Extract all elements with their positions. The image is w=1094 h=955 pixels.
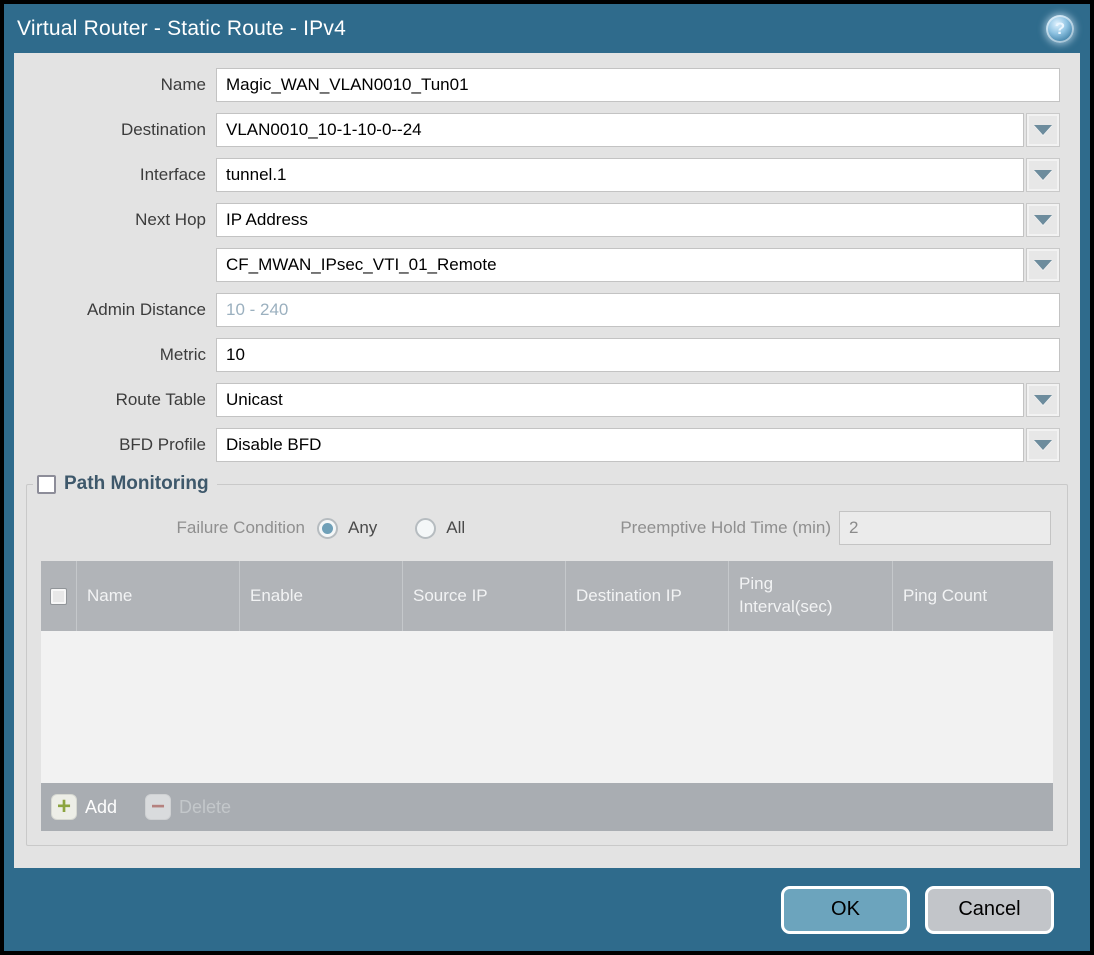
- route-table-dropdown-button[interactable]: [1026, 383, 1060, 417]
- destination-row: Destination: [14, 113, 1060, 147]
- add-button[interactable]: + Add: [51, 794, 117, 820]
- column-header-source-ip: Source IP: [403, 561, 566, 631]
- chevron-down-icon: [1034, 170, 1052, 180]
- interface-label: Interface: [139, 165, 206, 184]
- chevron-down-icon: [1034, 215, 1052, 225]
- failure-condition-any-label: Any: [348, 518, 378, 537]
- dialog-frame: Virtual Router - Static Route - IPv4 ? N…: [4, 4, 1090, 951]
- dialog-footer: OK Cancel: [4, 868, 1090, 951]
- path-monitoring-table: Name Enable Source IP Destination IP Pin…: [41, 561, 1053, 831]
- chevron-down-icon: [1034, 125, 1052, 135]
- admin-distance-label: Admin Distance: [86, 300, 206, 319]
- help-icon[interactable]: ?: [1046, 14, 1074, 43]
- next-hop-label: Next Hop: [135, 210, 206, 229]
- dialog-window: Virtual Router - Static Route - IPv4 ? N…: [0, 0, 1094, 955]
- name-label: Name: [160, 75, 206, 94]
- next-hop-row: Next Hop: [14, 203, 1060, 237]
- chevron-down-icon: [1034, 395, 1052, 405]
- cancel-button[interactable]: Cancel: [925, 885, 1054, 934]
- failure-condition-any-radio[interactable]: Any: [317, 517, 378, 539]
- next-hop-type-input[interactable]: [216, 203, 1024, 237]
- path-monitoring-title: Path Monitoring: [64, 473, 209, 494]
- failure-condition-row: Failure Condition Any All Preemptive Hol…: [27, 511, 1051, 545]
- preemptive-hold-time-input: [839, 511, 1051, 545]
- next-hop-address-dropdown-button[interactable]: [1026, 248, 1060, 282]
- form-panel: Name Destination Interface: [14, 53, 1080, 868]
- dialog-title: Virtual Router - Static Route - IPv4: [17, 16, 346, 40]
- name-row: Name: [14, 68, 1060, 102]
- column-header-destination-ip: Destination IP: [566, 561, 729, 631]
- preemptive-hold-time-label: Preemptive Hold Time (min): [620, 518, 831, 537]
- next-hop-address-input[interactable]: [216, 248, 1024, 282]
- next-hop-address-row: [14, 248, 1060, 282]
- failure-condition-all-radio[interactable]: All: [415, 517, 466, 539]
- bfd-profile-input[interactable]: [216, 428, 1024, 462]
- path-monitoring-section: Path Monitoring Failure Condition Any Al…: [26, 473, 1068, 846]
- next-hop-dropdown-button[interactable]: [1026, 203, 1060, 237]
- destination-dropdown-button[interactable]: [1026, 113, 1060, 147]
- delete-button: − Delete: [145, 794, 231, 820]
- bfd-profile-dropdown-button[interactable]: [1026, 428, 1060, 462]
- radio-unselected-icon: [415, 517, 437, 539]
- admin-distance-row: Admin Distance: [14, 293, 1060, 327]
- select-all-checkbox[interactable]: [50, 587, 67, 605]
- chevron-down-icon: [1034, 260, 1052, 270]
- metric-label: Metric: [159, 345, 206, 364]
- metric-input[interactable]: [216, 338, 1060, 372]
- admin-distance-input[interactable]: [216, 293, 1060, 327]
- failure-condition-label: Failure Condition: [176, 518, 305, 537]
- plus-icon: +: [51, 794, 77, 820]
- minus-icon: −: [145, 794, 172, 820]
- radio-selected-icon: [317, 517, 338, 539]
- path-monitoring-legend: Path Monitoring: [33, 473, 217, 495]
- destination-label: Destination: [120, 120, 206, 139]
- column-header-name: Name: [77, 561, 240, 631]
- bfd-profile-label: BFD Profile: [119, 435, 206, 454]
- column-header-ping-count: Ping Count: [903, 586, 988, 605]
- metric-row: Metric: [14, 338, 1060, 372]
- table-header: Name Enable Source IP Destination IP Pin…: [41, 561, 1053, 631]
- select-all-cell: [41, 561, 77, 631]
- failure-condition-all-label: All: [446, 518, 466, 537]
- ok-button[interactable]: OK: [781, 885, 910, 934]
- path-monitoring-checkbox[interactable]: [37, 474, 56, 494]
- bfd-profile-row: BFD Profile: [14, 428, 1060, 462]
- name-input[interactable]: [216, 68, 1060, 102]
- title-bar: Virtual Router - Static Route - IPv4 ?: [4, 4, 1090, 53]
- route-table-row: Route Table: [14, 383, 1060, 417]
- table-body-empty: [41, 631, 1053, 783]
- route-table-label: Route Table: [115, 390, 206, 409]
- table-toolbar: + Add − Delete: [41, 783, 1053, 831]
- interface-dropdown-button[interactable]: [1026, 158, 1060, 192]
- column-header-enable: Enable: [240, 561, 403, 631]
- interface-row: Interface: [14, 158, 1060, 192]
- interface-input[interactable]: [216, 158, 1024, 192]
- column-header-ping-interval: Ping Interval(sec): [729, 561, 893, 631]
- chevron-down-icon: [1034, 440, 1052, 450]
- delete-button-label: Delete: [179, 796, 232, 817]
- destination-input[interactable]: [216, 113, 1024, 147]
- add-button-label: Add: [85, 796, 118, 817]
- route-table-input[interactable]: [216, 383, 1024, 417]
